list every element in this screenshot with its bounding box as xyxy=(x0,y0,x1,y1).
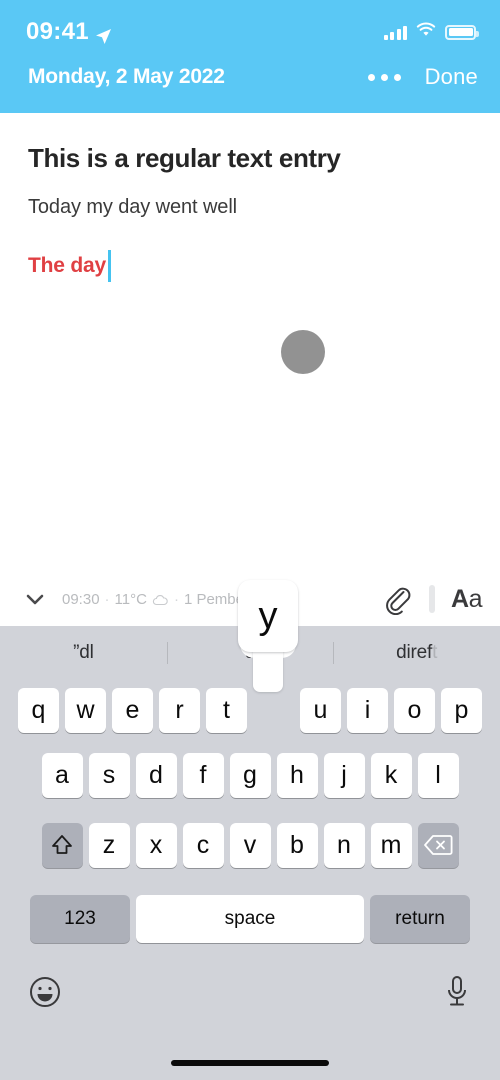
key-o[interactable]: o xyxy=(394,687,435,733)
key-h[interactable]: h xyxy=(276,752,318,798)
paperclip-icon[interactable] xyxy=(381,583,413,616)
emoji-smiley-icon[interactable] xyxy=(28,975,62,1014)
format-regular-a: a xyxy=(468,584,483,613)
suggestion-2[interactable]: d xyxy=(167,642,334,664)
key-i[interactable]: i xyxy=(347,687,388,733)
keyboard-row-1: q w e r t u i o p xyxy=(0,680,500,740)
status-bar-time-group: 09:41 xyxy=(26,18,112,46)
cloud-icon xyxy=(152,593,169,606)
done-button[interactable]: Done xyxy=(425,64,478,90)
keyboard-row-4: 123 space return xyxy=(0,880,500,958)
microphone-icon[interactable] xyxy=(442,974,472,1015)
key-p[interactable]: p xyxy=(441,687,482,733)
battery-icon xyxy=(445,24,479,40)
keyboard-row-3: z x c v b n m xyxy=(0,810,500,880)
on-screen-keyboard: ”dl d direft y q w e r t u i o p a s d f… xyxy=(0,580,500,1080)
note-highlighted-text: The day xyxy=(28,254,106,277)
key-m[interactable]: m xyxy=(370,822,412,868)
key-s[interactable]: s xyxy=(88,752,130,798)
suggestion-3-text: diref xyxy=(396,642,433,663)
key-r[interactable]: r xyxy=(159,687,200,733)
keyboard-row-2: a s d f g h j k l xyxy=(0,740,500,810)
key-c[interactable]: c xyxy=(182,822,224,868)
text-caret xyxy=(107,250,111,282)
meta-separator-2: · xyxy=(173,590,179,608)
note-body-text[interactable]: Today my day went well xyxy=(28,196,472,219)
status-bar-clock: 09:41 xyxy=(26,18,89,45)
space-key[interactable]: space xyxy=(136,895,364,943)
navigation-actions: Done xyxy=(367,64,478,90)
key-l[interactable]: l xyxy=(417,752,459,798)
meta-toolbar-actions: Aa xyxy=(381,583,483,616)
key-g[interactable]: g xyxy=(229,752,271,798)
key-w[interactable]: w xyxy=(65,687,106,733)
key-j[interactable]: j xyxy=(323,752,365,798)
backspace-delete-icon[interactable] xyxy=(417,822,459,868)
suggestion-1[interactable]: ”dl xyxy=(0,642,167,664)
page-title: Monday, 2 May 2022 xyxy=(28,65,225,88)
home-indicator[interactable] xyxy=(171,1060,329,1066)
chevron-down-icon[interactable] xyxy=(22,586,48,612)
key-d[interactable]: d xyxy=(135,752,177,798)
suggestion-3[interactable]: direft xyxy=(333,642,500,664)
key-v[interactable]: v xyxy=(229,822,271,868)
note-metadata: 09:30 · 11°C · 1 Pemberto... xyxy=(62,591,274,608)
note-title[interactable]: This is a regular text entry xyxy=(28,143,472,174)
meta-time: 09:30 xyxy=(62,590,100,608)
key-k[interactable]: k xyxy=(370,752,412,798)
key-f[interactable]: f xyxy=(182,752,224,798)
numbers-key[interactable]: 123 xyxy=(30,895,130,943)
key-q[interactable]: q xyxy=(18,687,59,733)
wifi-icon xyxy=(416,22,436,42)
toolbar-divider xyxy=(429,585,436,613)
phone-screen: 09:41 Monday, 2 May 2022 Done This is a … xyxy=(0,0,500,1080)
text-format-button[interactable]: Aa xyxy=(451,585,482,614)
note-highlighted-line[interactable]: The day xyxy=(28,250,111,282)
more-dots-icon[interactable] xyxy=(367,73,401,81)
meta-temperature: 11°C xyxy=(114,590,147,608)
top-bar: 09:41 Monday, 2 May 2022 Done xyxy=(0,0,500,113)
meta-separator-1: · xyxy=(104,590,110,608)
status-bar-indicators xyxy=(383,22,479,42)
key-b[interactable]: b xyxy=(276,822,318,868)
key-e[interactable]: e xyxy=(112,687,153,733)
return-key[interactable]: return xyxy=(370,895,470,943)
meta-location: 1 Pemberto... xyxy=(183,590,274,608)
note-content-area[interactable]: This is a regular text entry Today my da… xyxy=(0,113,500,618)
key-u[interactable]: u xyxy=(300,687,341,733)
key-z[interactable]: z xyxy=(88,822,130,868)
key-x[interactable]: x xyxy=(135,822,177,868)
cellular-signal-icon xyxy=(383,25,407,40)
autocorrect-suggestion-bar: ”dl d direft y xyxy=(0,580,500,692)
shift-arrow-icon[interactable] xyxy=(41,822,83,868)
location-arrow-icon xyxy=(95,24,112,44)
note-meta-toolbar: 09:30 · 11°C · 1 Pemberto... Aa xyxy=(0,572,500,626)
keyboard-footer xyxy=(0,958,500,1020)
gray-circle-placeholder xyxy=(281,330,325,374)
key-t[interactable]: t xyxy=(206,687,247,733)
status-bar: 09:41 xyxy=(0,0,500,48)
key-n[interactable]: n xyxy=(323,822,365,868)
key-y[interactable] xyxy=(253,688,294,733)
key-a[interactable]: a xyxy=(41,752,83,798)
navigation-bar: Monday, 2 May 2022 Done xyxy=(0,48,500,106)
suggestion-3-tail: t xyxy=(432,642,438,663)
format-bold-a: A xyxy=(451,584,469,613)
